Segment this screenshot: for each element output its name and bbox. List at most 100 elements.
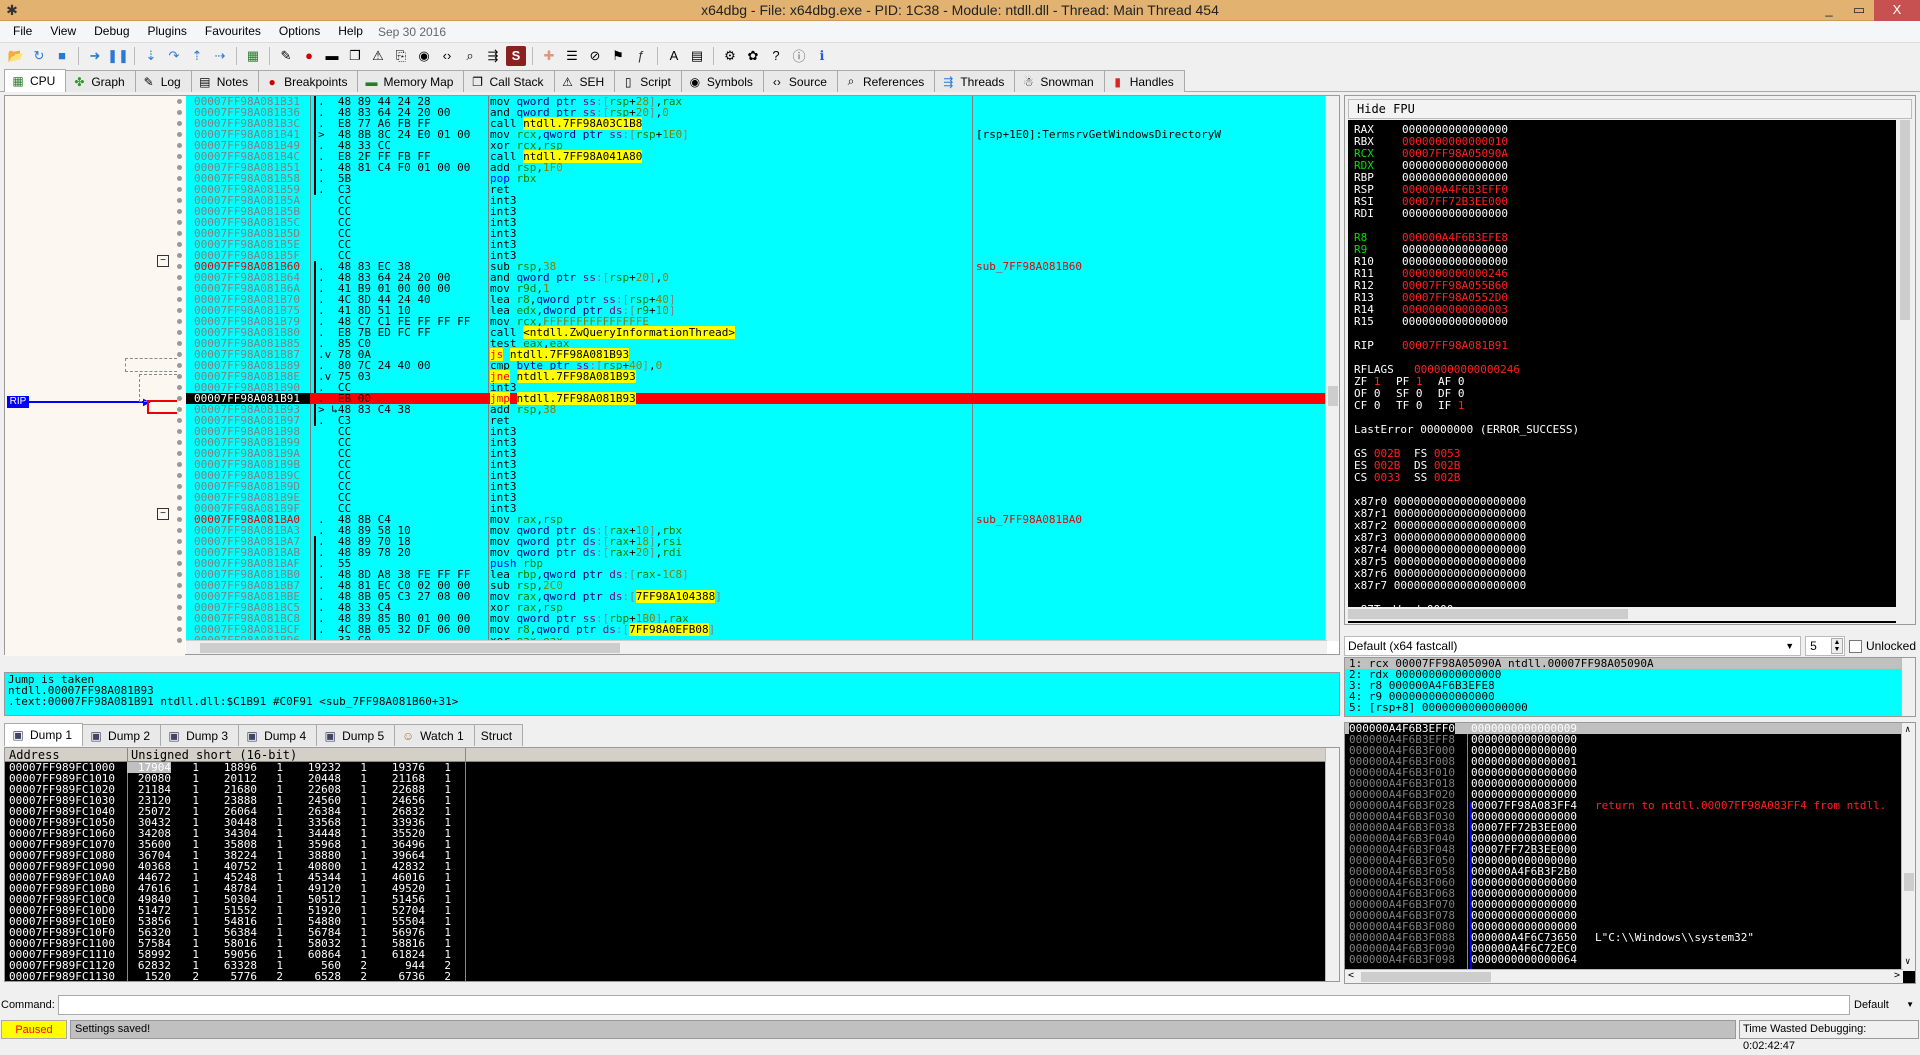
threads-icon[interactable]: ⇶ bbox=[483, 46, 503, 66]
breakpoint-toggle[interactable] bbox=[177, 407, 182, 412]
flag[interactable]: TF 0 bbox=[1396, 400, 1438, 412]
dump-row[interactable]: 00007FF989FC1010 20080 1 20112 1 20448 1 21168 1 bbox=[5, 773, 1339, 784]
breakpoint-toggle[interactable] bbox=[177, 99, 182, 104]
register-value[interactable]: 00007FF98A081B91 bbox=[1402, 339, 1508, 352]
tab-call-stack[interactable]: ❐ Call Stack bbox=[463, 70, 555, 92]
register-value[interactable]: 0000000000000000 bbox=[1402, 207, 1508, 220]
dump-value[interactable]: 2 bbox=[439, 971, 451, 981]
dump-row[interactable]: 00007FF989FC10A0 44672 1 45248 1 45344 1 46016 1 bbox=[5, 872, 1339, 883]
scroll-up-icon[interactable]: ∧ bbox=[1905, 725, 1910, 735]
breakpoint-toggle[interactable] bbox=[177, 616, 182, 621]
breakpoint-toggle[interactable] bbox=[177, 528, 182, 533]
disassembly-row[interactable]: 00007FF98A081B9D CC int3 bbox=[186, 481, 1327, 492]
tab-symbols[interactable]: ◉ Symbols bbox=[680, 70, 764, 92]
breakpoint-toggle[interactable] bbox=[177, 143, 182, 148]
tab-dump-5[interactable]: ▣ Dump 5 bbox=[316, 724, 396, 746]
breakpoint-toggle[interactable] bbox=[177, 286, 182, 291]
breakpoint-toggle[interactable] bbox=[177, 132, 182, 137]
disassembly-row[interactable]: 00007FF98A081B5C CC int3 bbox=[186, 217, 1327, 228]
menu-view[interactable]: View bbox=[41, 21, 85, 42]
breakpoint-toggle[interactable] bbox=[177, 374, 182, 379]
maximize-button[interactable]: ▭ bbox=[1844, 0, 1874, 21]
breakpoint-toggle[interactable] bbox=[177, 242, 182, 247]
plugins-icon[interactable]: ✿ bbox=[743, 46, 763, 66]
stack-horizontal-scrollbar[interactable]: < > bbox=[1345, 969, 1903, 983]
dump-value[interactable]: 2 bbox=[355, 971, 367, 981]
dump-row[interactable]: 00007FF989FC1070 35600 1 35808 1 35968 1 36496 1 bbox=[5, 839, 1339, 850]
tab-handles[interactable]: ▮ Handles bbox=[1103, 70, 1185, 92]
breakpoint-toggle[interactable] bbox=[177, 550, 182, 555]
disassembly-row[interactable]: 00007FF98A081B51. 48 81 C4 F0 01 00 00 ad… bbox=[186, 162, 1327, 173]
stack-view[interactable]: 000000A4F6B3EFF0 0000000000000009 000000A4… bbox=[1344, 722, 1916, 984]
disassembly-row[interactable]: 00007FF98A081B5D CC int3 bbox=[186, 228, 1327, 239]
dump-row[interactable]: 00007FF989FC1090 40368 1 40752 1 40800 1 42832 1 bbox=[5, 861, 1339, 872]
stack-vertical-scrollbar[interactable]: ∧ ∨ bbox=[1901, 723, 1915, 971]
breakpoint-toggle[interactable] bbox=[177, 341, 182, 346]
disassembly-row[interactable]: 00007FF98A081B8E .v 75 03 jne ntdll.7FF98A… bbox=[186, 370, 1327, 383]
cpu-icon[interactable]: ▦ bbox=[243, 46, 263, 66]
dump-row[interactable]: 00007FF989FC10B0 47616 1 48784 1 49120 1 49520 1 bbox=[5, 883, 1339, 894]
run-to-user-code-icon[interactable]: ⇢ bbox=[210, 46, 230, 66]
breakpoint-toggle[interactable] bbox=[177, 308, 182, 313]
disassembly-row[interactable]: 00007FF98A081B93 > ↳48 83 C4 38 add rsp,38 bbox=[186, 404, 1327, 415]
breakpoint-toggle[interactable] bbox=[177, 154, 182, 159]
menu-debug[interactable]: Debug bbox=[85, 21, 138, 42]
calling-convention-select[interactable]: Default (x64 fastcall) ▼ bbox=[1344, 636, 1802, 656]
dump-row[interactable]: 00007FF989FC1050 30432 1 30448 1 33568 1 33936 1 bbox=[5, 817, 1339, 828]
breakpoint-toggle[interactable] bbox=[177, 275, 182, 280]
breakpoint-toggle[interactable] bbox=[177, 352, 182, 357]
dump-header-address[interactable]: Address bbox=[9, 748, 60, 762]
tab-references[interactable]: ⌕ References bbox=[836, 70, 936, 92]
dump-value[interactable]: 6528 bbox=[297, 971, 342, 981]
breakpoint-toggle[interactable] bbox=[177, 451, 182, 456]
disassembly-row[interactable]: 00007FF98A081B58. 5B pop rbx bbox=[186, 173, 1327, 184]
tab-seh[interactable]: ⚠ SEH bbox=[553, 70, 616, 92]
dump-vertical-scrollbar[interactable] bbox=[1325, 748, 1339, 981]
scroll-right-icon[interactable]: > bbox=[1894, 970, 1900, 981]
breakpoint-toggle[interactable] bbox=[177, 297, 182, 302]
tab-breakpoints[interactable]: ● Breakpoints bbox=[258, 70, 359, 92]
dump-row[interactable]: 00007FF989FC10D0 51472 1 51552 1 51920 1 52704 1 bbox=[5, 905, 1339, 916]
dump-value[interactable]: 2 bbox=[271, 971, 283, 981]
cheatsheet-icon[interactable]: ? bbox=[766, 46, 786, 66]
menu-plugins[interactable]: Plugins bbox=[139, 21, 196, 42]
dump-row[interactable]: 00007FF989FC1120 62832 1 63328 1 560 2 944 2 bbox=[5, 960, 1339, 971]
dump-value[interactable]: 6736 bbox=[381, 971, 426, 981]
flag[interactable]: CF 0 bbox=[1354, 400, 1396, 412]
breakpoint-toggle[interactable] bbox=[177, 176, 182, 181]
breakpoint-toggle[interactable] bbox=[177, 209, 182, 214]
disassembly-row[interactable]: 00007FF98A081B99 CC int3 bbox=[186, 437, 1327, 448]
stack-row[interactable]: 000000A4F6B3F098 0000000000000064 bbox=[1345, 954, 1915, 965]
breakpoint-toggle[interactable] bbox=[177, 231, 182, 236]
dump-row[interactable]: 00007FF989FC10E0 53856 1 54816 1 54880 1 55504 1 bbox=[5, 916, 1339, 927]
about-icon[interactable]: ℹ bbox=[812, 46, 832, 66]
snowman-icon[interactable]: S bbox=[506, 45, 526, 66]
command-input[interactable] bbox=[57, 995, 1850, 1015]
breakpoint-toggle[interactable] bbox=[177, 484, 182, 489]
arguments-scrollbar[interactable] bbox=[1901, 658, 1915, 716]
breakpoint-toggle[interactable] bbox=[177, 539, 182, 544]
tab-struct[interactable]: Struct bbox=[473, 724, 524, 746]
functions-icon[interactable]: ƒ bbox=[631, 46, 651, 66]
tab-cpu[interactable]: ▦ CPU bbox=[4, 69, 67, 92]
collapse-function-icon[interactable]: − bbox=[157, 255, 169, 267]
labels-icon[interactable]: ⊘ bbox=[585, 46, 605, 66]
open-icon[interactable]: 📂 bbox=[6, 46, 26, 66]
register-row[interactable]: R15 0000000000000000 bbox=[1354, 316, 1890, 328]
dump-view[interactable]: Address Unsigned short (16-bit) 00007FF9… bbox=[4, 747, 1340, 982]
registers-horizontal-scrollbar[interactable] bbox=[1348, 607, 1896, 621]
breakpoint-toggle[interactable] bbox=[177, 198, 182, 203]
tab-script[interactable]: ▯ Script bbox=[614, 70, 682, 92]
tab-dump-4[interactable]: ▣ Dump 4 bbox=[238, 724, 318, 746]
breakpoint-toggle[interactable] bbox=[177, 506, 182, 511]
breakpoint-toggle[interactable] bbox=[177, 220, 182, 225]
register-row[interactable]: RIP 00007FF98A081B91 bbox=[1354, 340, 1890, 352]
disassembly-row[interactable]: 00007FF98A081B9B CC int3 bbox=[186, 459, 1327, 470]
symbols-icon[interactable]: ◉ bbox=[414, 46, 434, 66]
breakpoint-toggle[interactable] bbox=[177, 418, 182, 423]
checkbox-icon[interactable] bbox=[1848, 639, 1862, 653]
tab-dump-3[interactable]: ▣ Dump 3 bbox=[160, 724, 240, 746]
breakpoint-toggle[interactable] bbox=[177, 330, 182, 335]
disassembly-view[interactable]: RIP ▶ − − 00007FF98A081B31. 48 89 44 24 … bbox=[4, 95, 1340, 656]
dump-row[interactable]: 00007FF989FC1030 23120 1 23888 1 24560 1 24656 1 bbox=[5, 795, 1339, 806]
